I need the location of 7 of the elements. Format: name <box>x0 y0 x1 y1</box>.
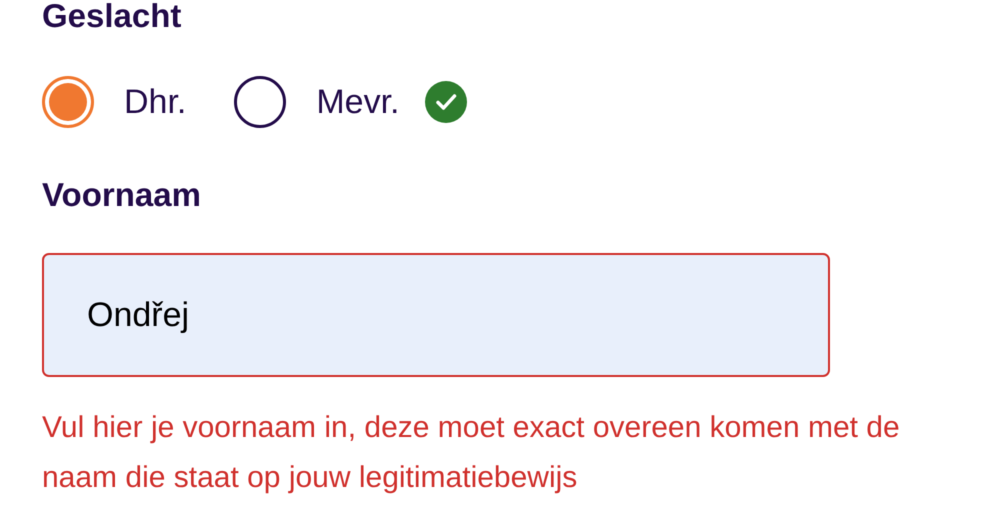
radio-option[interactable]: Mevr. <box>234 76 400 128</box>
input-field[interactable]: Ondřej <box>42 253 830 377</box>
error-message: Vul hier je voornaam in, deze moet exact overeen komen met de naam die staat op jouw legitimatiebewijs <box>42 410 901 496</box>
field-label: Voornaam <box>42 177 202 213</box>
radio-button[interactable] <box>42 76 94 128</box>
field-label: Geslacht <box>42 0 182 34</box>
radio-option[interactable]: Dhr. <box>42 76 186 128</box>
